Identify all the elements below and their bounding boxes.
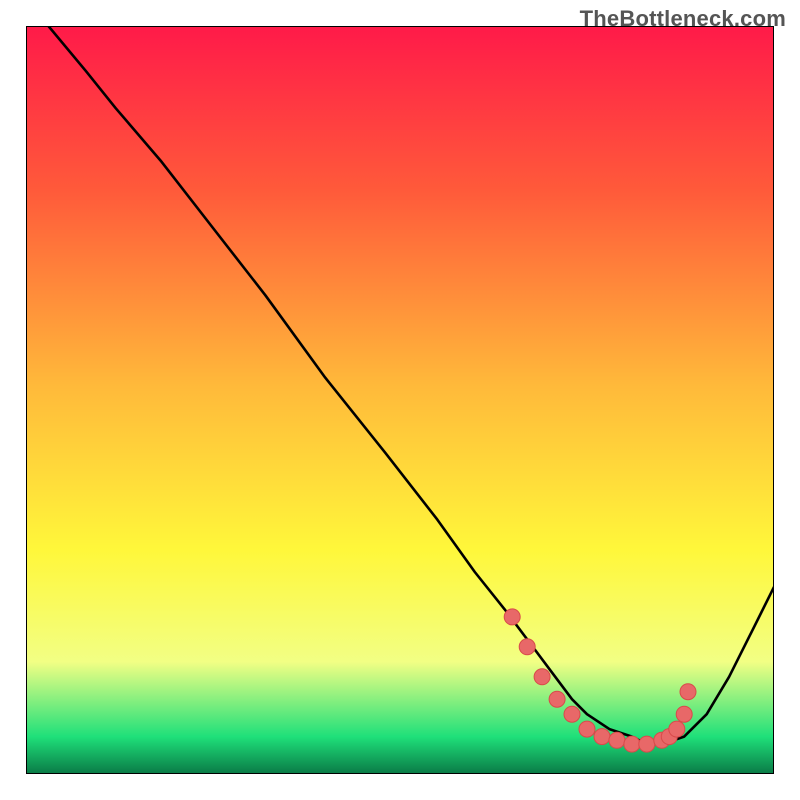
marker-dot xyxy=(534,669,550,685)
marker-dot xyxy=(594,729,610,745)
marker-dot xyxy=(639,736,655,752)
marker-dot xyxy=(519,639,535,655)
chart-svg xyxy=(26,26,774,774)
watermark-text: TheBottleneck.com xyxy=(580,6,786,32)
marker-dot xyxy=(549,691,565,707)
marker-dot xyxy=(579,721,595,737)
marker-dot xyxy=(676,706,692,722)
marker-dot xyxy=(669,721,685,737)
chart-frame: TheBottleneck.com xyxy=(0,0,800,800)
marker-dot xyxy=(564,706,580,722)
marker-dot xyxy=(680,684,696,700)
gradient-background xyxy=(26,26,774,774)
plot-area xyxy=(26,26,774,774)
marker-dot xyxy=(504,609,520,625)
marker-dot xyxy=(624,736,640,752)
marker-dot xyxy=(609,732,625,748)
